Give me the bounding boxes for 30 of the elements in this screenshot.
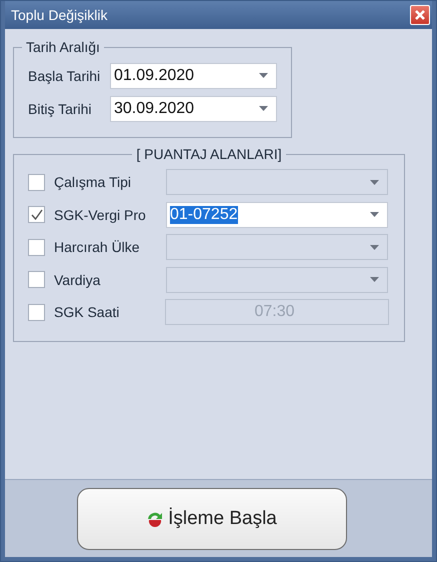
date-dropdown[interactable]: 30.09.2020 <box>110 96 277 122</box>
date-dropdown[interactable]: 01.09.2020 <box>110 62 277 88</box>
close-button[interactable] <box>410 5 430 25</box>
combo-arrow-icon <box>370 180 379 185</box>
dropdown-field[interactable] <box>166 234 388 260</box>
start-button[interactable]: İşleme Başla <box>76 488 346 550</box>
checkbox[interactable] <box>28 304 45 321</box>
checkbox[interactable] <box>28 174 45 191</box>
field-label: Başla Tarihi <box>28 68 102 84</box>
combo-arrow-icon <box>370 244 379 250</box>
field-label: Vardiya <box>54 272 102 288</box>
combo-arrow-icon <box>259 73 268 78</box>
field-label: SGK-Vergi Pro <box>54 206 147 223</box>
group-title: Tarih Aralığı <box>25 39 101 55</box>
group-title: [ PUANTAJ ALANLARI] <box>135 146 283 162</box>
field-label: SGK Saati <box>54 304 120 320</box>
dropdown-field[interactable] <box>166 169 388 196</box>
dropdown-field[interactable] <box>166 266 388 293</box>
field-label: Harcırah Ülke <box>54 239 141 256</box>
field-label: Çalışma Tipi <box>54 174 132 190</box>
field-label: Bitiş Tarihi <box>28 100 93 116</box>
checkbox[interactable] <box>28 206 45 224</box>
dropdown-field[interactable]: 01-07252 <box>166 202 388 228</box>
checkbox[interactable] <box>28 271 45 288</box>
close-icon <box>414 9 426 21</box>
checkbox[interactable] <box>28 238 45 256</box>
window-title: Toplu Değişiklik <box>11 7 108 23</box>
combo-arrow-icon <box>370 277 379 282</box>
combo-arrow-icon <box>259 106 268 111</box>
combo-arrow-icon <box>370 212 379 218</box>
